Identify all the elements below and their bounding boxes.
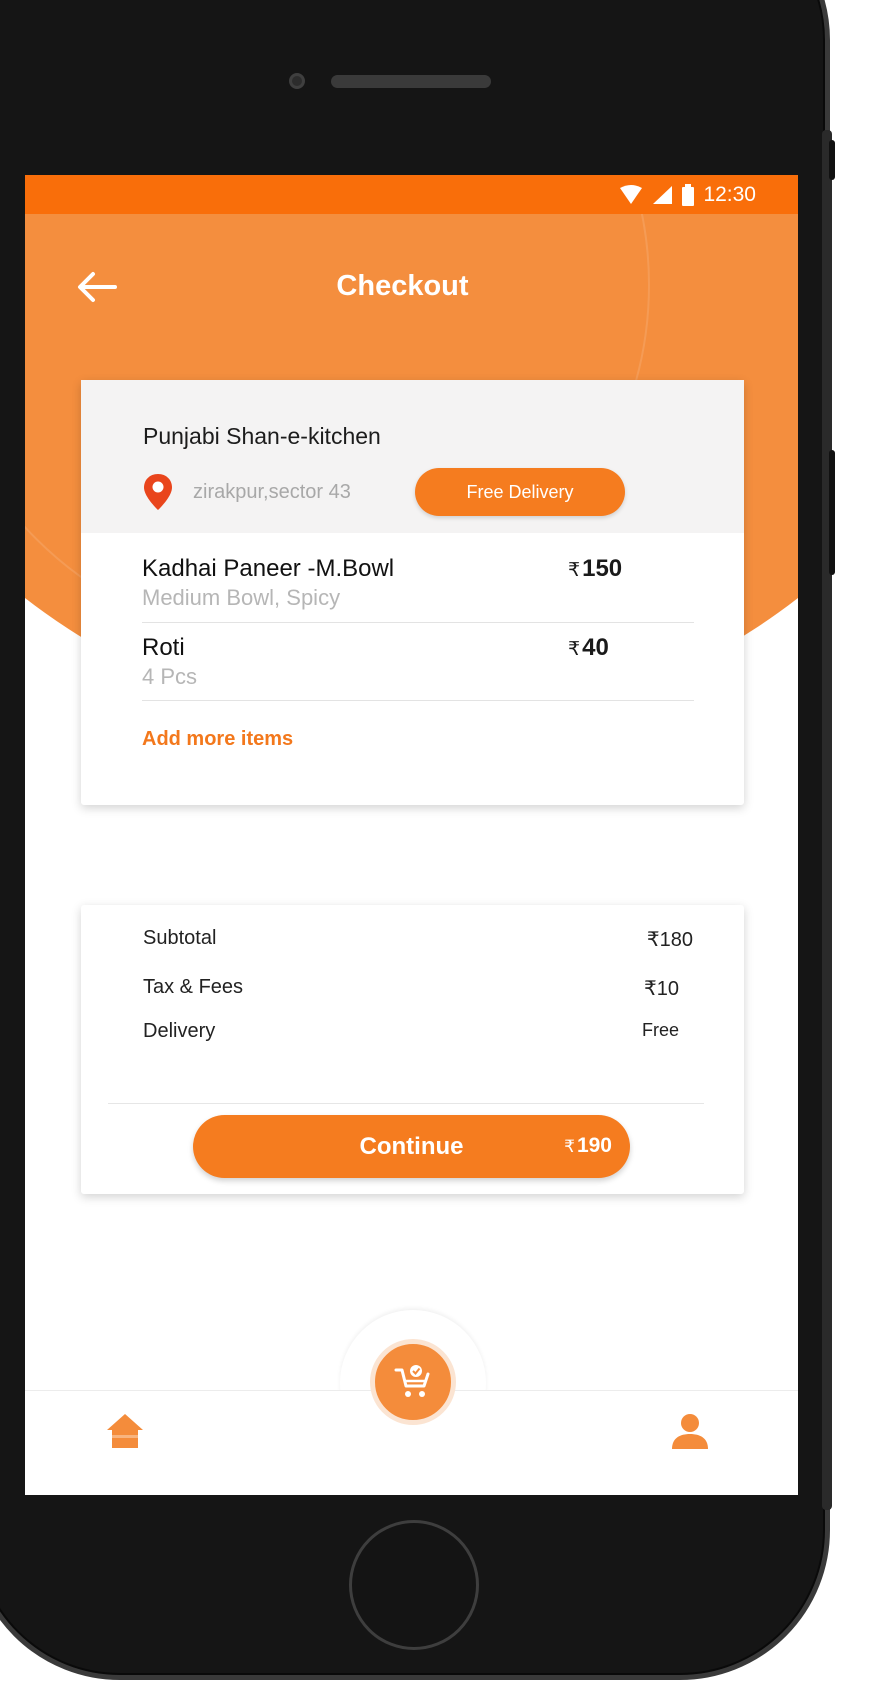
item-price: ₹40 — [568, 634, 609, 662]
item-name: Roti — [142, 634, 185, 661]
list-item[interactable]: Kadhai Paneer -M.Bowl Medium Bowl, Spicy… — [142, 555, 692, 611]
currency-symbol: ₹ — [564, 1137, 575, 1156]
tax-value: ₹10 — [644, 978, 679, 1000]
delivery-value: Free — [641, 1020, 679, 1040]
item-description: Medium Bowl, Spicy — [142, 585, 341, 610]
item-price-value: 40 — [582, 634, 609, 661]
add-more-items-link[interactable]: Add more items — [142, 728, 293, 751]
restaurant-header: Punjabi Shan-e-kitchen zirakpur,sector 4… — [81, 380, 744, 533]
subtotal-row: Subtotal ₹180 — [143, 927, 693, 951]
tax-label: Tax & Fees — [143, 976, 244, 998]
continue-total-value: 190 — [576, 1134, 612, 1157]
currency-symbol: ₹ — [568, 639, 581, 660]
order-card: Punjabi Shan-e-kitchen zirakpur,sector 4… — [81, 380, 744, 805]
item-price-value: 150 — [582, 555, 623, 582]
wifi-icon — [619, 184, 643, 205]
delivery-row: Delivery Free — [143, 1020, 693, 1043]
divider — [108, 1103, 704, 1104]
divider — [142, 622, 694, 623]
side-button — [829, 450, 835, 575]
earpiece-speaker — [331, 75, 491, 88]
status-time: 12:30 — [703, 182, 756, 206]
phone-home-button[interactable] — [349, 1520, 479, 1650]
cart-check-icon[interactable] — [370, 1339, 456, 1425]
subtotal-value: ₹180 — [646, 929, 693, 951]
continue-button[interactable]: Continue ₹190 — [193, 1115, 630, 1178]
phone-edge — [822, 130, 832, 1510]
list-item[interactable]: Roti 4 Pcs ₹40 — [142, 634, 692, 690]
divider — [142, 700, 694, 701]
location-row: zirakpur,sector 43 Free Delivery — [143, 468, 744, 516]
delivery-label: Delivery — [143, 1020, 216, 1042]
restaurant-location: zirakpur,sector 43 — [193, 480, 351, 503]
item-price: ₹150 — [568, 555, 622, 583]
side-button — [829, 140, 835, 180]
free-delivery-badge: Free Delivery — [415, 468, 625, 516]
signal-icon — [651, 185, 673, 205]
battery-icon — [681, 183, 695, 206]
item-description: 4 Pcs — [142, 664, 198, 689]
front-camera — [289, 73, 305, 89]
app-screen: 12:30 Checkout Punjabi Shan-e-kitchen zi… — [25, 175, 798, 1495]
summary-card: Subtotal ₹180 Tax & Fees ₹10 Delivery Fr… — [81, 905, 744, 1194]
tax-row: Tax & Fees ₹10 — [143, 976, 693, 1000]
restaurant-name: Punjabi Shan-e-kitchen — [143, 423, 381, 449]
location-pin-icon — [143, 473, 173, 511]
subtotal-label: Subtotal — [143, 927, 217, 949]
currency-symbol: ₹ — [568, 560, 581, 581]
status-bar: 12:30 — [25, 175, 798, 214]
profile-icon[interactable] — [670, 1411, 710, 1451]
page-title: Checkout — [336, 270, 469, 302]
home-icon[interactable] — [105, 1411, 145, 1451]
continue-total: ₹190 — [564, 1134, 612, 1158]
